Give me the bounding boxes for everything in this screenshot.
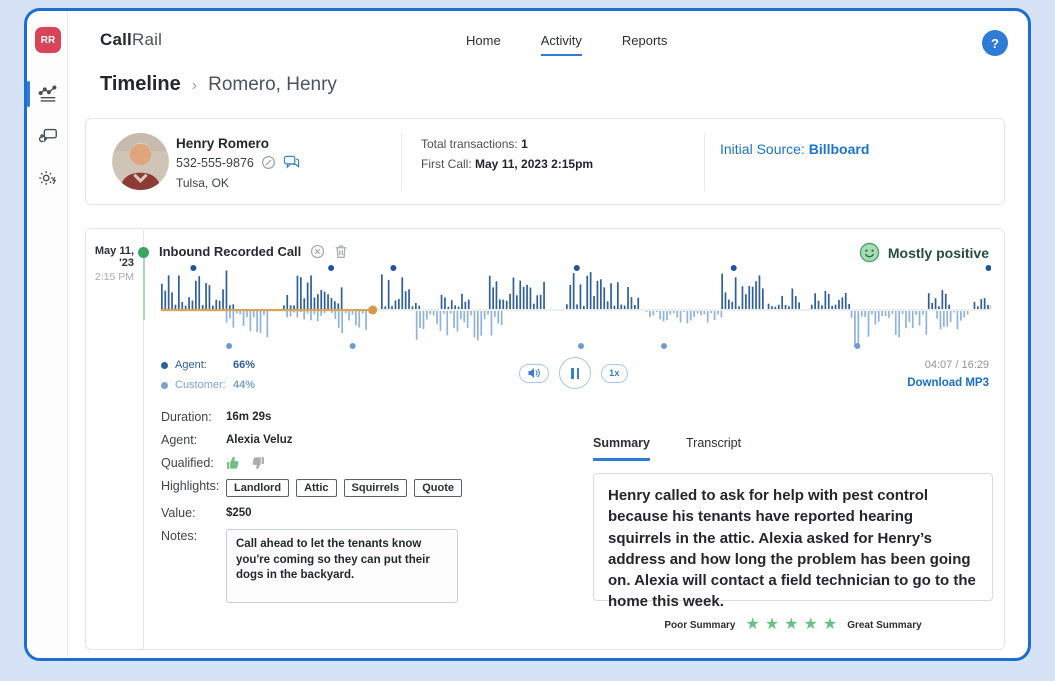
volume-button[interactable]: [519, 364, 549, 383]
entry-date: May 11, '23: [86, 245, 134, 269]
call-details: Duration: 16m 29s Agent: Alexia Veluz Qu…: [161, 410, 561, 612]
value-amount: $250: [226, 506, 252, 519]
active-indicator: [27, 81, 30, 107]
positive-smiley-icon: [859, 242, 880, 263]
call-entry-card: May 11, '23 2:15 PM Inbound Recorded Cal…: [85, 228, 1005, 650]
duration-label: Duration:: [161, 410, 226, 424]
total-transactions-value: 1: [521, 137, 528, 151]
download-mp3-link[interactable]: Download MP3: [907, 377, 989, 389]
star-icon[interactable]: ★: [745, 617, 759, 633]
sidebar-item-conversations[interactable]: [27, 119, 68, 153]
agent-legend-label: Agent:: [175, 359, 233, 371]
breadcrumb-contact-name: Romero, Henry: [208, 74, 337, 96]
summary-rating-stars: ★ ★ ★ ★ ★: [745, 617, 837, 633]
star-icon[interactable]: ★: [804, 617, 818, 633]
call-summary-text: Henry called to ask for help with pest c…: [593, 473, 993, 601]
nav-reports[interactable]: Reports: [622, 33, 668, 56]
timeline-dot: [138, 247, 149, 258]
contact-name: Henry Romero: [176, 136, 269, 151]
brand-bold: Call: [100, 30, 132, 49]
timeline-connector: [143, 258, 145, 320]
divider: [401, 133, 402, 191]
highlights-label: Highlights:: [161, 479, 226, 493]
star-icon[interactable]: ★: [765, 617, 779, 633]
sentiment-label: Mostly positive: [888, 245, 989, 261]
total-transactions-label: Total transactions:: [421, 137, 518, 151]
phone-chat-icon: [37, 125, 59, 147]
agent-label: Agent:: [161, 433, 226, 447]
breadcrumb: Timeline › Romero, Henry: [100, 73, 337, 96]
sidebar-item-settings[interactable]: [27, 161, 68, 195]
playback-time: 04:07 / 16:29: [925, 359, 989, 371]
waveform-svg: [161, 263, 991, 351]
notes-field[interactable]: Call ahead to let the tenants know you'r…: [226, 529, 458, 603]
sentiment-badge: Mostly positive: [859, 242, 989, 263]
app-window: RR: [24, 8, 1031, 661]
highlight-tag[interactable]: Landlord: [226, 479, 289, 497]
agent-legend-dot: [161, 362, 168, 369]
star-icon[interactable]: ★: [784, 617, 798, 633]
divider: [704, 133, 705, 191]
block-number-icon[interactable]: [310, 244, 325, 259]
playback-speed-button[interactable]: 1x: [601, 364, 628, 383]
delete-icon[interactable]: [334, 244, 348, 259]
call-title: Inbound Recorded Call: [159, 244, 301, 259]
first-call-label: First Call:: [421, 157, 472, 171]
star-icon[interactable]: ★: [823, 617, 837, 633]
customer-legend-dot: [161, 382, 168, 389]
contact-stats: Total transactions: 1 First Call: May 11…: [421, 137, 593, 171]
contact-phone: 532-555-9876: [176, 156, 254, 170]
contact-location: Tulsa, OK: [176, 176, 229, 190]
customer-talk-percent: 44%: [233, 379, 255, 391]
agent-value: Alexia Veluz: [226, 433, 292, 446]
nav-home[interactable]: Home: [466, 33, 501, 56]
poor-summary-label: Poor Summary: [664, 620, 735, 631]
help-button[interactable]: ?: [982, 30, 1008, 56]
edit-icon[interactable]: [261, 155, 276, 170]
duration-value: 16m 29s: [226, 410, 271, 423]
top-nav: Home Activity Reports: [466, 33, 667, 56]
initial-source-value: Billboard: [809, 141, 870, 157]
sidebar-item-timeline[interactable]: [27, 77, 68, 111]
contact-card: Henry Romero 532-555-9876 Tulsa, OK Tota…: [85, 118, 1005, 205]
page-title[interactable]: Timeline: [100, 73, 181, 96]
account-logo[interactable]: RR: [35, 27, 61, 53]
agent-talk-percent: 66%: [233, 359, 255, 371]
brand-light: Rail: [132, 30, 162, 49]
tab-transcript[interactable]: Transcript: [686, 436, 741, 461]
avatar: [112, 133, 169, 190]
waveform[interactable]: [161, 263, 991, 351]
highlight-tag[interactable]: Attic: [296, 479, 336, 497]
nav-activity[interactable]: Activity: [541, 33, 582, 56]
customer-legend-label: Customer:: [175, 379, 233, 391]
notes-label: Notes:: [161, 529, 226, 543]
initial-source-label: Initial Source:: [720, 141, 805, 157]
player-controls: 1x: [519, 357, 628, 389]
qualified-label: Qualified:: [161, 456, 226, 470]
great-summary-label: Great Summary: [847, 620, 921, 631]
summary-rating: Poor Summary ★ ★ ★ ★ ★ Great Summary: [593, 617, 993, 633]
first-call-value: May 11, 2023 2:15pm: [475, 157, 593, 171]
pause-button[interactable]: [559, 357, 591, 389]
tab-summary[interactable]: Summary: [593, 436, 650, 461]
talk-ratio-legend: Agent: 66% Customer: 44%: [161, 355, 255, 395]
thumbs-up-icon[interactable]: [226, 456, 241, 470]
initial-source: Initial Source: Billboard: [720, 141, 869, 157]
message-icon[interactable]: [283, 155, 300, 170]
value-label: Value:: [161, 506, 226, 520]
summary-tabs: Summary Transcript: [593, 436, 741, 461]
thumbs-down-icon[interactable]: [250, 456, 265, 470]
brand-logo[interactable]: CallRail: [100, 30, 162, 50]
activity-chart-icon: [37, 83, 59, 105]
entry-time: 2:15 PM: [86, 271, 134, 283]
highlight-tag[interactable]: Squirrels: [344, 479, 408, 497]
timeline-date: May 11, '23 2:15 PM: [86, 245, 134, 283]
sidebar: RR: [27, 11, 68, 658]
gear-bolt-icon: [37, 167, 59, 189]
highlight-tag[interactable]: Quote: [414, 479, 462, 497]
breadcrumb-separator: ›: [192, 77, 197, 95]
